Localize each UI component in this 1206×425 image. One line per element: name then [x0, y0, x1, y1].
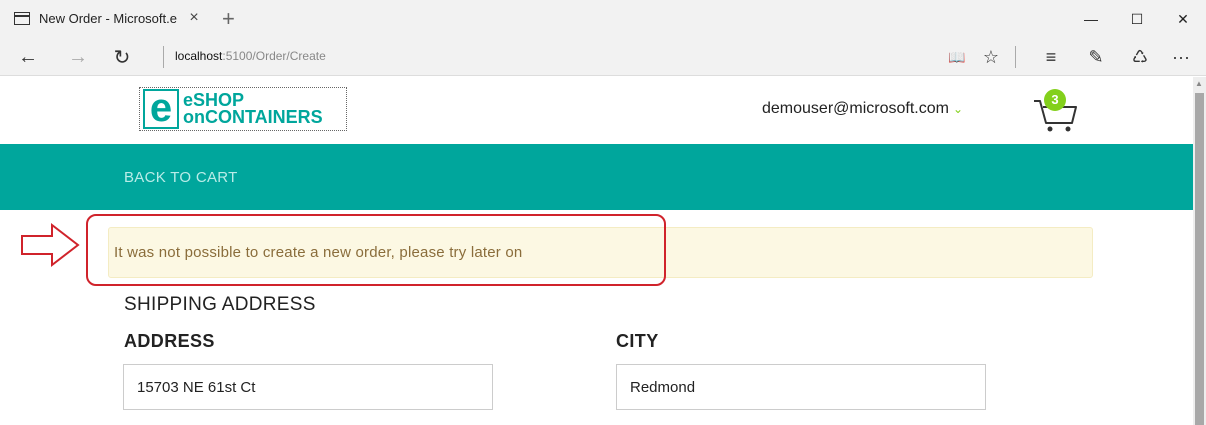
refresh-button[interactable]: ↻ [108, 44, 136, 70]
highlight-callout-box [86, 214, 666, 286]
favorite-star-icon[interactable]: ☆ [978, 45, 1004, 69]
chevron-down-icon: ⌄ [952, 102, 964, 116]
eshop-logo[interactable]: e eSHOP onCONTAINERS [139, 87, 347, 131]
cart-button[interactable]: 3 [1032, 89, 1080, 135]
tab-page-icon [14, 12, 30, 25]
back-button[interactable]: ← [14, 44, 42, 70]
url-path: :5100/Order/Create [222, 49, 326, 63]
city-label: CITY [616, 331, 659, 351]
tab-title: New Order - Microsoft.e [39, 11, 177, 26]
address-bar: ← → ↻ localhost:5100/Order/Create 📖 ☆ ≡ … [0, 38, 1206, 76]
tab-close-icon[interactable]: × [186, 9, 202, 27]
toolbar-divider [1015, 46, 1016, 68]
title-bar: New Order - Microsoft.e × + — ☐ ✕ [0, 0, 1206, 38]
address-label: ADDRESS [124, 331, 215, 351]
pointer-arrow-icon [21, 222, 80, 268]
page-viewport: e eSHOP onCONTAINERS demouser@microsoft.… [0, 77, 1206, 425]
scrollbar-thumb[interactable] [1195, 93, 1204, 425]
scrollbar[interactable]: ▲ [1193, 77, 1206, 425]
logo-letter: e [143, 88, 179, 129]
reading-view-icon[interactable]: 📖 [944, 45, 970, 69]
nav-bar: BACK TO CART [0, 144, 1193, 210]
maximize-button[interactable]: ☐ [1114, 0, 1160, 38]
user-menu[interactable]: demouser@microsoft.com ⌄ [762, 100, 963, 118]
cart-count-badge: 3 [1044, 89, 1066, 111]
web-note-icon[interactable]: ✎ [1083, 45, 1109, 69]
user-email: demouser@microsoft.com [762, 100, 949, 117]
hub-icon[interactable]: ≡ [1038, 45, 1064, 69]
url-field[interactable]: localhost:5100/Order/Create [175, 49, 326, 63]
scroll-up-icon[interactable]: ▲ [1195, 79, 1203, 88]
forward-button[interactable]: → [64, 44, 92, 70]
minimize-button[interactable]: — [1068, 0, 1114, 38]
close-window-button[interactable]: ✕ [1160, 0, 1206, 38]
share-icon[interactable]: ♺ [1127, 45, 1153, 69]
section-title: SHIPPING ADDRESS [124, 294, 316, 315]
address-field[interactable] [123, 364, 493, 410]
browser-tab[interactable]: New Order - Microsoft.e × [0, 0, 208, 38]
city-field[interactable] [616, 364, 986, 410]
logo-line-2: onCONTAINERS [183, 107, 323, 127]
logo-text: eSHOP onCONTAINERS [183, 91, 323, 127]
new-tab-button[interactable]: + [222, 6, 235, 32]
url-divider [163, 46, 164, 68]
back-to-cart-link[interactable]: BACK TO CART [124, 169, 238, 186]
more-icon[interactable]: ··· [1168, 45, 1194, 69]
url-host: localhost [175, 49, 223, 63]
